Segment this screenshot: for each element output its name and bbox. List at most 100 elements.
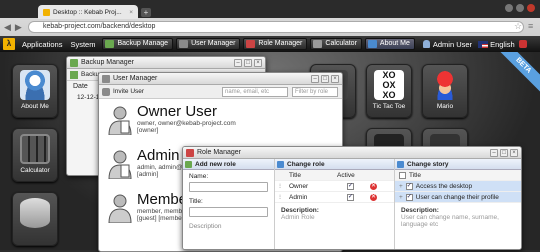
delete-icon[interactable]: ✕ <box>370 183 377 190</box>
story-table-header: Title <box>395 170 521 181</box>
maximize-icon[interactable]: □ <box>321 75 329 83</box>
minimize-icon[interactable]: – <box>490 149 498 157</box>
select-all-checkbox[interactable] <box>399 172 406 179</box>
applications-menu[interactable]: Applications <box>18 40 66 49</box>
forward-icon[interactable]: ▶ <box>15 22 22 33</box>
desktop-icon-calculator[interactable]: Calculator <box>12 128 58 182</box>
active-checkbox[interactable]: ✓ <box>347 183 354 190</box>
language-menu[interactable]: English <box>490 40 515 49</box>
window-title: Backup Manager <box>81 59 134 66</box>
close-window-icon[interactable] <box>527 4 535 12</box>
desktop-icon-mario[interactable]: Mario <box>422 64 468 118</box>
taskbar-role-manager-button[interactable]: Role Manager <box>243 38 308 50</box>
user-toolbar: Invite User name, email, etc Filter by r… <box>99 85 342 99</box>
backup-icon <box>70 59 78 67</box>
desktop-icon-about-me[interactable]: About Me <box>12 64 58 118</box>
window-titlebar[interactable]: Backup Manager – □ × <box>67 57 265 69</box>
user-search-input[interactable]: name, email, etc <box>222 87 288 97</box>
new-tab-button[interactable]: + <box>141 8 151 17</box>
drag-handle-icon[interactable]: ⁝ <box>275 192 289 202</box>
back-icon[interactable]: ◀ <box>4 22 11 33</box>
star-icon[interactable]: ☆ <box>514 21 522 32</box>
role-filter-select[interactable]: Filter by role <box>292 87 338 97</box>
expand-icon[interactable]: + <box>399 192 403 202</box>
url-text: kebab-project.com/backend/desktop <box>43 23 156 30</box>
taskbar-calculator-button[interactable]: Calculator <box>310 38 362 50</box>
window-titlebar[interactable]: Role Manager – □ × <box>183 147 521 159</box>
delete-icon[interactable]: ✕ <box>370 194 377 201</box>
window-controls: – □ × <box>490 149 518 157</box>
close-icon[interactable]: × <box>331 75 339 83</box>
window-title: Role Manager <box>197 149 241 156</box>
calculator-icon <box>20 134 50 164</box>
role-icon <box>186 149 194 157</box>
user-avatar-icon <box>108 106 132 135</box>
invite-user-button[interactable]: Invite User <box>113 88 144 95</box>
user-avatar-icon <box>108 194 132 223</box>
close-icon[interactable]: × <box>254 59 262 67</box>
window-titlebar[interactable]: User Manager – □ × <box>99 73 342 85</box>
list-item[interactable]: Owner User owner, owner@kebab-project.co… <box>99 99 342 143</box>
change-role-panel: Change role Title Active ⁝ Owner ✓ ✕ ⁝ A… <box>275 159 395 249</box>
taskbar-backup-manager-button[interactable]: Backup Manage <box>102 38 174 50</box>
taskbar-about-me-button[interactable]: About Me <box>364 38 415 50</box>
nav-buttons: ◀ ▶ <box>4 22 22 33</box>
active-checkbox[interactable]: ✓ <box>347 194 354 201</box>
desktop-icon-tic-tac-toe[interactable]: XO OX XO Tic Tac Toe <box>366 64 412 118</box>
title-label: Title: <box>189 198 203 205</box>
minimize-icon[interactable]: – <box>234 59 242 67</box>
maximize-window-icon[interactable] <box>516 4 524 12</box>
add-icon <box>185 161 192 168</box>
role-icon <box>246 40 256 48</box>
system-menu[interactable]: System <box>66 40 99 49</box>
invite-user-icon <box>102 88 110 96</box>
table-row[interactable]: + ✓ User can change their profile <box>395 192 521 203</box>
close-icon[interactable]: × <box>510 149 518 157</box>
tic-tac-toe-icon: XO OX XO <box>374 70 404 100</box>
table-row[interactable]: ⁝ Admin ✓ ✕ <box>275 192 394 203</box>
taskbar-user-manager-button[interactable]: User Manager <box>176 38 241 50</box>
desktop-icon-database[interactable] <box>12 192 58 246</box>
story-checkbox[interactable]: ✓ <box>405 194 413 201</box>
story-checkbox[interactable]: ✓ <box>405 183 413 190</box>
user-icon <box>179 40 189 48</box>
logout-icon[interactable] <box>518 40 527 48</box>
panel-header: Change role <box>275 159 394 170</box>
browser-tab-title: Desktop :: Kebab Proj... <box>53 8 122 16</box>
table-row[interactable]: ⁝ Owner ✓ ✕ <box>275 181 394 192</box>
user-icon <box>102 75 110 83</box>
backup-icon <box>105 40 115 48</box>
flag-icon <box>478 40 489 48</box>
table-row[interactable]: + ✓ Access the desktop <box>395 181 521 192</box>
story-icon <box>397 161 404 168</box>
minimize-window-icon[interactable] <box>505 4 513 12</box>
description-label: Description <box>189 223 222 230</box>
drag-handle-icon[interactable]: ⁝ <box>275 181 289 191</box>
name-label: Name: <box>189 173 209 180</box>
taskbar: λ Applications System Backup Manage User… <box>0 36 540 52</box>
maximize-icon[interactable]: □ <box>244 59 252 67</box>
role-name-input[interactable] <box>189 182 268 192</box>
wrench-icon[interactable]: ≡ <box>528 21 533 31</box>
address-bar[interactable]: kebab-project.com/backend/desktop <box>28 21 524 33</box>
role-manager-window[interactable]: Role Manager – □ × Add new role Name: Titl… <box>182 146 522 250</box>
role-description: Description: Admin Role <box>281 207 319 221</box>
browser-tab[interactable]: Desktop :: Kebab Proj... × <box>38 5 138 19</box>
user-email: owner, owner@kebab-project.com <box>137 120 236 127</box>
expand-icon[interactable]: + <box>399 181 403 191</box>
role-title-input[interactable] <box>189 207 268 217</box>
window-controls: – □ × <box>234 59 262 67</box>
add-new-role-panel: Add new role Name: Title: Description <box>183 159 275 249</box>
window-title: User Manager <box>113 75 158 82</box>
edit-icon <box>277 161 284 168</box>
maximize-icon[interactable]: □ <box>500 149 508 157</box>
tab-strip: Desktop :: Kebab Proj... × + <box>0 0 540 19</box>
window-controls: – □ × <box>311 75 339 83</box>
user-name: Owner User <box>137 103 218 120</box>
minimize-icon[interactable]: – <box>311 75 319 83</box>
kebab-logo-icon[interactable]: λ <box>3 38 15 50</box>
database-icon <box>20 198 50 228</box>
admin-user-menu[interactable]: Admin User <box>433 40 472 49</box>
close-tab-icon[interactable]: × <box>129 9 133 16</box>
story-description: Description: User can change name, surna… <box>401 207 499 228</box>
